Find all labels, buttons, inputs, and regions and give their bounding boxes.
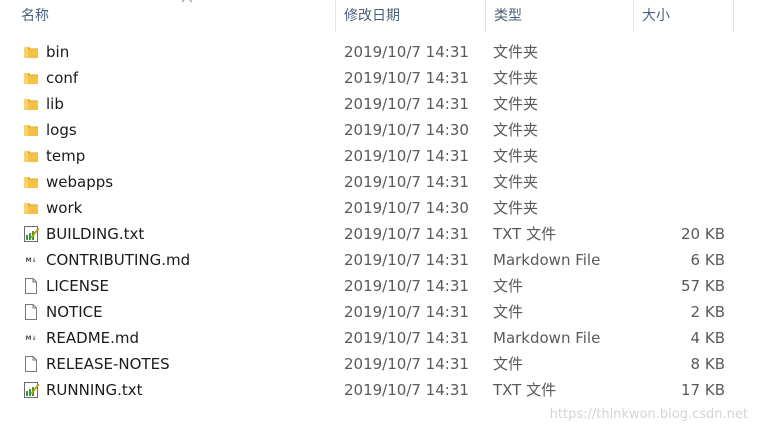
markdown-file-icon: M↓ [22,251,40,269]
folder-icon [22,173,40,191]
folder-icon [22,43,40,61]
blank-file-icon [22,303,40,321]
file-size: 20 KB [681,225,725,243]
file-modified-date: 2019/10/7 14:31 [344,95,469,113]
column-header-size-label: 大小 [642,8,670,24]
file-modified-date: 2019/10/7 14:31 [344,225,469,243]
file-size: 4 KB [690,329,725,347]
markdown-file-icon: M↓ [22,329,40,347]
file-modified-date: 2019/10/7 14:31 [344,173,469,191]
file-modified-date: 2019/10/7 14:31 [344,381,469,399]
file-name[interactable]: logs [46,117,77,143]
column-header-size[interactable]: 大小 [634,0,734,32]
file-row[interactable]: BUILDING.txt 2019/10/7 14:31 TXT 文件 20 KB [0,221,758,247]
svg-text:M↓: M↓ [26,335,37,342]
file-row[interactable]: bin 2019/10/7 14:31 文件夹 [0,39,758,65]
file-modified-date: 2019/10/7 14:31 [344,147,469,165]
svg-text:M↓: M↓ [26,257,37,264]
file-size: 6 KB [690,251,725,269]
column-header-bar: 名称 修改日期 类型 大小 [0,0,758,32]
column-header-type-label: 类型 [494,8,522,24]
column-header-name-label: 名称 [21,8,49,24]
file-name[interactable]: NOTICE [46,299,103,325]
file-name[interactable]: conf [46,65,78,91]
file-row[interactable]: RELEASE-NOTES 2019/10/7 14:31 文件 8 KB [0,351,758,377]
file-row[interactable]: temp 2019/10/7 14:31 文件夹 [0,143,758,169]
file-type: 文件夹 [493,147,539,165]
file-type: 文件 [493,303,524,321]
file-type: 文件夹 [493,95,539,113]
file-size: 2 KB [690,303,725,321]
file-type: 文件夹 [493,199,539,217]
file-type: TXT 文件 [493,381,557,399]
file-row[interactable]: RUNNING.txt 2019/10/7 14:31 TXT 文件 17 KB [0,377,758,403]
blank-file-icon [22,355,40,373]
file-row[interactable]: logs 2019/10/7 14:30 文件夹 [0,117,758,143]
file-modified-date: 2019/10/7 14:31 [344,355,469,373]
file-row[interactable]: M↓ CONTRIBUTING.md 2019/10/7 14:31 Markdown… [0,247,758,273]
folder-icon [22,69,40,87]
blank-file-icon [22,277,40,295]
file-type: 文件夹 [493,173,539,191]
file-row[interactable]: conf 2019/10/7 14:31 文件夹 [0,65,758,91]
file-modified-date: 2019/10/7 14:30 [344,121,469,139]
text-file-icon [22,225,40,243]
file-type: 文件夹 [493,43,539,61]
file-modified-date: 2019/10/7 14:31 [344,277,469,295]
text-file-icon [22,381,40,399]
file-name[interactable]: README.md [46,325,139,351]
file-row[interactable]: LICENSE 2019/10/7 14:31 文件 57 KB [0,273,758,299]
file-row[interactable]: work 2019/10/7 14:30 文件夹 [0,195,758,221]
file-name[interactable]: webapps [46,169,113,195]
column-header-name[interactable]: 名称 [13,0,336,32]
file-explorer: 名称 修改日期 类型 大小 bin 2019/10/7 14:31 文件夹 conf 2… [0,0,758,432]
file-name[interactable]: temp [46,143,85,169]
file-name[interactable]: lib [46,91,64,117]
file-name[interactable]: RELEASE-NOTES [46,351,170,377]
file-type: 文件 [493,277,524,295]
file-name[interactable]: LICENSE [46,273,109,299]
file-row[interactable]: lib 2019/10/7 14:31 文件夹 [0,91,758,117]
file-modified-date: 2019/10/7 14:30 [344,199,469,217]
file-modified-date: 2019/10/7 14:31 [344,303,469,321]
column-header-date-label: 修改日期 [344,8,400,24]
folder-icon [22,147,40,165]
file-name[interactable]: CONTRIBUTING.md [46,247,190,273]
file-name[interactable]: bin [46,39,69,65]
folder-icon [22,199,40,217]
file-type: TXT 文件 [493,225,557,243]
file-row[interactable]: M↓ README.md 2019/10/7 14:31 Markdown File 4… [0,325,758,351]
file-row[interactable]: NOTICE 2019/10/7 14:31 文件 2 KB [0,299,758,325]
file-size: 8 KB [690,355,725,373]
watermark-text: https://thinkwon.blog.csdn.net [549,407,748,422]
column-header-type[interactable]: 类型 [486,0,634,32]
file-type: 文件 [493,355,524,373]
file-modified-date: 2019/10/7 14:31 [344,329,469,347]
column-header-date[interactable]: 修改日期 [336,0,486,32]
file-name[interactable]: RUNNING.txt [46,377,143,403]
folder-icon [22,95,40,113]
file-type: Markdown File [493,251,601,269]
file-row[interactable]: webapps 2019/10/7 14:31 文件夹 [0,169,758,195]
file-modified-date: 2019/10/7 14:31 [344,251,469,269]
file-size: 57 KB [681,277,725,295]
file-name[interactable]: work [46,195,82,221]
file-name[interactable]: BUILDING.txt [46,221,144,247]
file-type: 文件夹 [493,121,539,139]
file-modified-date: 2019/10/7 14:31 [344,69,469,87]
file-list: bin 2019/10/7 14:31 文件夹 conf 2019/10/7 14:31… [0,39,758,403]
file-type: Markdown File [493,329,601,347]
sort-ascending-icon [181,0,195,4]
file-size: 17 KB [681,381,725,399]
folder-icon [22,121,40,139]
file-type: 文件夹 [493,69,539,87]
file-modified-date: 2019/10/7 14:31 [344,43,469,61]
